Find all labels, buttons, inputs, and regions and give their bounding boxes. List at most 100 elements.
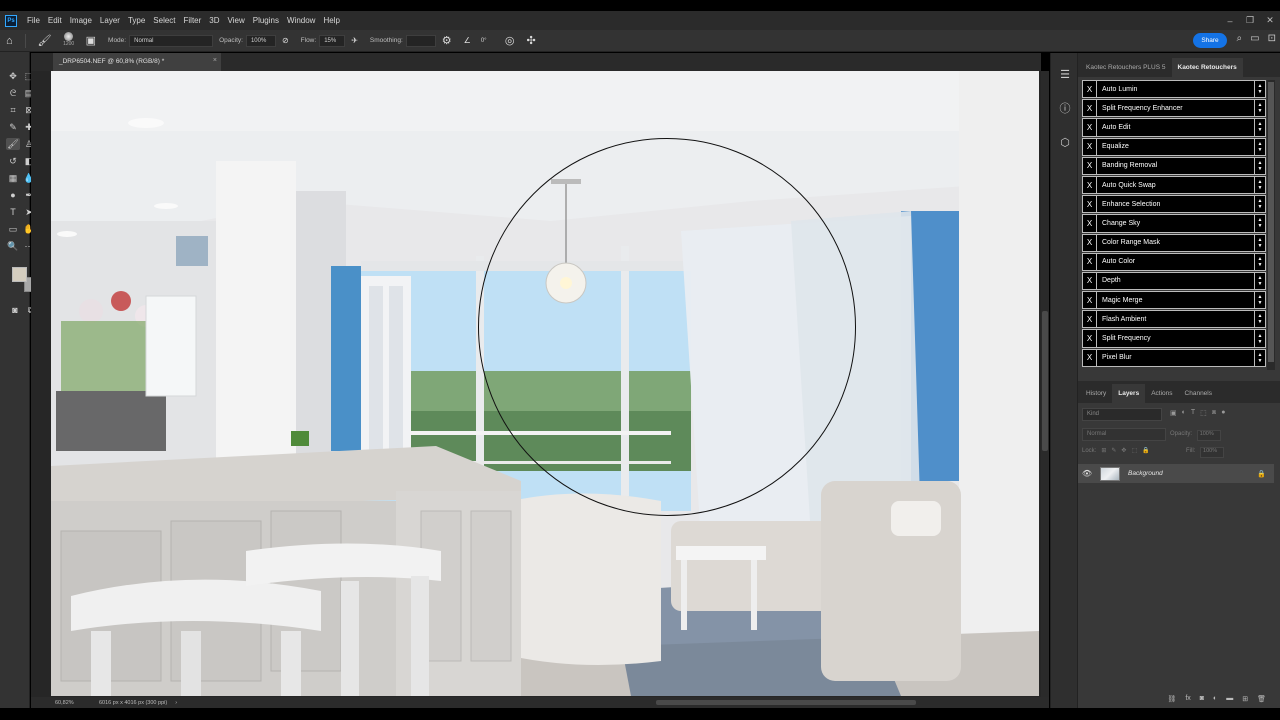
lasso-tool-icon[interactable]: ᘓ bbox=[6, 87, 20, 99]
layer-opacity-input[interactable]: 100% bbox=[1196, 430, 1221, 441]
layer-style-fx-icon[interactable]: fx bbox=[1185, 695, 1190, 708]
kaotec-action-label[interactable]: Auto Edit bbox=[1097, 124, 1254, 131]
document-image[interactable] bbox=[51, 71, 1039, 696]
lock-all-icon[interactable]: 🔒 bbox=[1142, 447, 1149, 454]
pressure-opacity-icon[interactable]: ⊘ bbox=[282, 36, 289, 45]
vertical-scroll-thumb[interactable] bbox=[1042, 311, 1048, 451]
kaotec-scrollbar[interactable] bbox=[1267, 80, 1275, 370]
close-window-button[interactable]: ✕ bbox=[1260, 15, 1280, 26]
move-down-icon[interactable]: ▼ bbox=[1258, 185, 1263, 191]
delete-layer-icon[interactable]: 🗑 bbox=[1257, 695, 1266, 708]
menu-select[interactable]: Select bbox=[149, 16, 179, 25]
brush-tool-icon[interactable]: 🖌 bbox=[6, 138, 20, 150]
workspace-icon[interactable]: ▭ bbox=[1250, 33, 1259, 44]
remove-action-button[interactable]: X bbox=[1083, 311, 1097, 328]
remove-action-button[interactable]: X bbox=[1083, 196, 1097, 213]
pixel-filter-icon[interactable]: ▣ bbox=[1170, 409, 1177, 417]
kaotec-scroll-thumb[interactable] bbox=[1268, 82, 1274, 362]
filter-toggle-icon[interactable]: ● bbox=[1221, 409, 1225, 417]
kaotec-action-row[interactable]: X Auto Color ▲ ▼ bbox=[1082, 252, 1266, 271]
document-tab[interactable]: _DRP6504.NEF @ 60,8% (RGB/8) * × bbox=[53, 53, 221, 71]
close-document-icon[interactable]: × bbox=[213, 57, 217, 64]
horizontal-scroll-thumb[interactable] bbox=[656, 700, 916, 705]
kaotec-action-row[interactable]: X Magic Merge ▲ ▼ bbox=[1082, 291, 1266, 310]
adjustments-panel-icon[interactable]: ☰ bbox=[1051, 61, 1079, 87]
eyedropper-tool-icon[interactable]: ✎ bbox=[6, 121, 20, 133]
reorder-arrows[interactable]: ▲ ▼ bbox=[1254, 119, 1265, 136]
kaotec-action-label[interactable]: Pixel Blur bbox=[1097, 354, 1254, 361]
flow-input[interactable]: 15% bbox=[319, 34, 346, 47]
menu-view[interactable]: View bbox=[224, 16, 249, 25]
menu-help[interactable]: Help bbox=[319, 16, 343, 25]
remove-action-button[interactable]: X bbox=[1083, 119, 1097, 136]
type-filter-icon[interactable]: T bbox=[1191, 409, 1195, 417]
reorder-arrows[interactable]: ▲ ▼ bbox=[1254, 330, 1265, 347]
move-down-icon[interactable]: ▼ bbox=[1258, 281, 1263, 287]
tab-history[interactable]: History bbox=[1080, 384, 1112, 403]
lock-artboard-icon[interactable]: ⬚ bbox=[1131, 447, 1137, 454]
panel-options-icon[interactable]: ⊡ bbox=[1268, 33, 1276, 44]
reorder-arrows[interactable]: ▲ ▼ bbox=[1254, 215, 1265, 232]
kaotec-action-label[interactable]: Equalize bbox=[1097, 143, 1254, 150]
move-down-icon[interactable]: ▼ bbox=[1258, 89, 1263, 95]
menu-type[interactable]: Type bbox=[124, 16, 149, 25]
tab-channels[interactable]: Channels bbox=[1179, 384, 1218, 403]
kaotec-action-label[interactable]: Auto Lumin bbox=[1097, 86, 1254, 93]
info-panel-icon[interactable]: ⓘ bbox=[1051, 95, 1079, 121]
kaotec-action-label[interactable]: Color Range Mask bbox=[1097, 239, 1254, 246]
kaotec-action-label[interactable]: Split Frequency Enhancer bbox=[1097, 105, 1254, 112]
move-down-icon[interactable]: ▼ bbox=[1258, 339, 1263, 345]
rectangle-tool-icon[interactable]: ▭ bbox=[6, 223, 20, 235]
crop-tool-icon[interactable]: ⌗ bbox=[6, 104, 20, 116]
layer-lock-icon[interactable]: 🔒 bbox=[1257, 470, 1266, 478]
kaotec-action-row[interactable]: X Color Range Mask ▲ ▼ bbox=[1082, 233, 1266, 252]
menu-window[interactable]: Window bbox=[283, 16, 319, 25]
fill-input[interactable]: 100% bbox=[1200, 447, 1225, 458]
search-icon[interactable]: ⌕ bbox=[1237, 33, 1243, 44]
layer-filter-select[interactable]: Kind bbox=[1082, 408, 1162, 421]
kaotec-action-label[interactable]: Banding Removal bbox=[1097, 162, 1254, 169]
type-tool-icon[interactable]: T bbox=[6, 206, 20, 218]
lock-pixels-icon[interactable]: ✎ bbox=[1111, 447, 1116, 454]
brush-preset-picker[interactable]: 1200 bbox=[62, 31, 76, 50]
angle-input[interactable]: 0° bbox=[477, 35, 499, 47]
remove-action-button[interactable]: X bbox=[1083, 272, 1097, 290]
move-down-icon[interactable]: ▼ bbox=[1258, 300, 1263, 306]
menu-edit[interactable]: Edit bbox=[44, 16, 66, 25]
canvas-vertical-scrollbar[interactable] bbox=[1041, 71, 1049, 697]
kaotec-action-row[interactable]: X Enhance Selection ▲ ▼ bbox=[1082, 195, 1266, 214]
reorder-arrows[interactable]: ▲ ▼ bbox=[1254, 292, 1265, 309]
tab-kaotec-retouchers[interactable]: Kaotec Retouchers bbox=[1171, 58, 1243, 77]
kaotec-action-row[interactable]: X Split Frequency Enhancer ▲ ▼ bbox=[1082, 99, 1266, 118]
kaotec-action-row[interactable]: X Equalize ▲ ▼ bbox=[1082, 137, 1266, 156]
tab-actions[interactable]: Actions bbox=[1145, 384, 1178, 403]
canvas-area[interactable] bbox=[31, 71, 1041, 697]
kaotec-action-row[interactable]: X Change Sky ▲ ▼ bbox=[1082, 214, 1266, 233]
move-down-icon[interactable]: ▼ bbox=[1258, 262, 1263, 268]
zoom-tool-icon[interactable]: 🔍 bbox=[6, 240, 20, 252]
tab-kaotec-plus[interactable]: Kaotec Retouchers PLUS 5 bbox=[1080, 58, 1172, 77]
remove-action-button[interactable]: X bbox=[1083, 176, 1097, 194]
add-mask-icon[interactable]: ◙ bbox=[1200, 695, 1204, 708]
reorder-arrows[interactable]: ▲ ▼ bbox=[1254, 157, 1265, 174]
layer-row-background[interactable]: 👁 Background 🔒 bbox=[1078, 464, 1274, 483]
tab-layers[interactable]: Layers bbox=[1112, 384, 1146, 403]
move-down-icon[interactable]: ▼ bbox=[1258, 223, 1263, 229]
move-down-icon[interactable]: ▼ bbox=[1258, 147, 1263, 153]
new-layer-icon[interactable]: ⊞ bbox=[1242, 695, 1248, 708]
share-button[interactable]: Share bbox=[1193, 33, 1227, 48]
kaotec-action-row[interactable]: X Depth ▲ ▼ bbox=[1082, 271, 1266, 291]
remove-action-button[interactable]: X bbox=[1083, 157, 1097, 174]
visibility-eye-icon[interactable]: 👁 bbox=[1078, 469, 1096, 478]
kaotec-action-label[interactable]: Split Frequency bbox=[1097, 335, 1254, 342]
kaotec-action-row[interactable]: X Pixel Blur ▲ ▼ bbox=[1082, 348, 1266, 367]
menu-file[interactable]: File bbox=[23, 16, 44, 25]
remove-action-button[interactable]: X bbox=[1083, 100, 1097, 117]
reorder-arrows[interactable]: ▲ ▼ bbox=[1254, 81, 1265, 98]
restore-button[interactable]: ❐ bbox=[1240, 15, 1260, 26]
smoothing-options-gear-icon[interactable]: ⚙ bbox=[442, 34, 452, 47]
quick-mask-icon[interactable]: ◙ bbox=[8, 304, 22, 316]
shape-filter-icon[interactable]: ⬚ bbox=[1200, 409, 1207, 417]
foreground-color-swatch[interactable] bbox=[12, 267, 27, 282]
kaotec-action-label[interactable]: Depth bbox=[1097, 277, 1254, 284]
